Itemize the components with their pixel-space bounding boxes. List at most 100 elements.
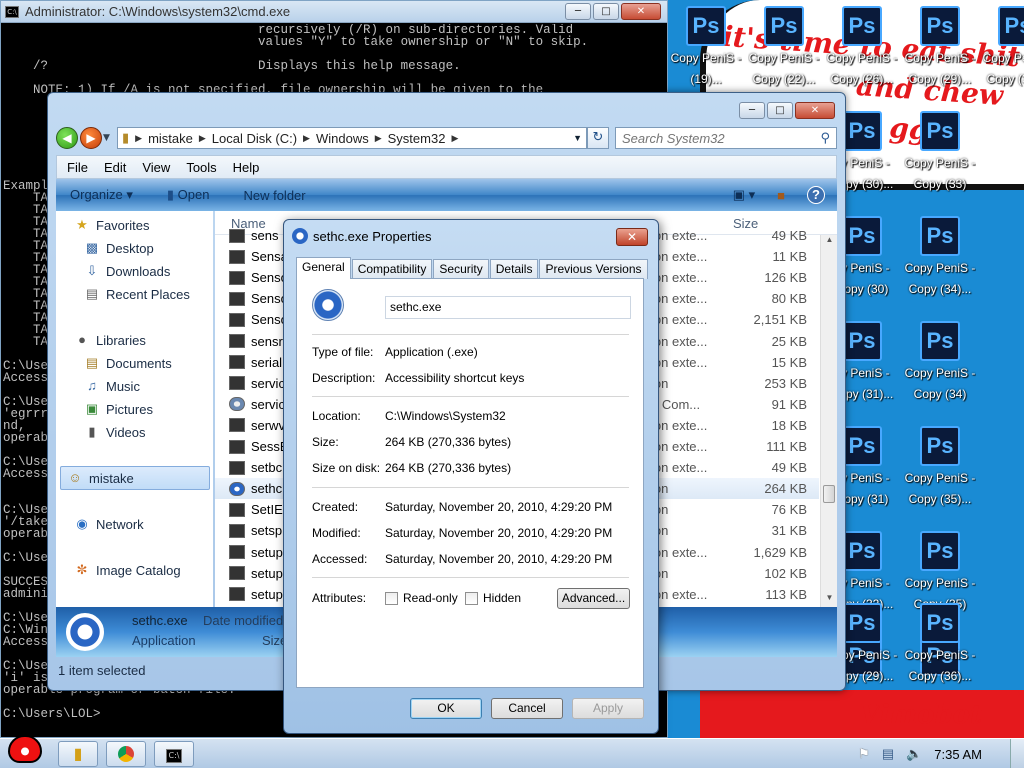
clock[interactable]: 7:35 AM	[934, 747, 982, 762]
console-line: /? Displays this help message.	[3, 59, 461, 73]
tab-details[interactable]: Details	[489, 259, 539, 279]
scroll-down-icon[interactable]: ▼	[821, 593, 837, 607]
nav-recent-places[interactable]: ▤ Recent Places	[84, 286, 190, 302]
desktop-photoshop-file[interactable]: Ps Copy PeniS - Copy (29)...	[904, 6, 976, 102]
new-folder-button[interactable]: New folder	[243, 188, 305, 203]
general-tab-panel: sethc.exe Type of file: Application (.ex…	[296, 278, 644, 688]
forward-button[interactable]: ▶	[80, 127, 102, 149]
nav-music[interactable]: ♫ Music	[84, 378, 140, 394]
filename-field[interactable]: sethc.exe	[385, 296, 631, 319]
start-button[interactable]	[2, 733, 48, 768]
desktop-photoshop-file[interactable]: Ps Copy PeniS - (19)...	[670, 6, 742, 102]
desktop-photoshop-file[interactable]: Ps Copy PeniS - Copy (22)...	[748, 6, 820, 102]
nav-documents[interactable]: ▤ Documents	[84, 355, 172, 371]
show-desktop-button[interactable]	[1010, 739, 1024, 768]
properties-dialog[interactable]: sethc.exe Properties ✕ General Compatibi…	[283, 219, 659, 734]
search-input[interactable]	[622, 130, 821, 146]
breadcrumb-separator[interactable]: ▶	[451, 133, 458, 144]
desktop-icon-label: Copy (26)...	[830, 72, 894, 86]
type-value: Application (.exe)	[385, 345, 478, 359]
file-size: 2,151 KB	[753, 312, 808, 328]
search-icon[interactable]: ⚲	[820, 131, 830, 146]
desktop-icon-label: Copy PeniS -	[904, 576, 976, 590]
photoshop-icon: Ps	[842, 216, 882, 256]
refresh-button[interactable]: ↻	[587, 127, 609, 149]
breadcrumb-separator[interactable]: ▶	[375, 133, 382, 144]
tab-compatibility[interactable]: Compatibility	[351, 259, 433, 279]
close-button[interactable]: ✕	[795, 102, 835, 119]
properties-titlebar[interactable]: sethc.exe Properties	[292, 228, 432, 244]
desktop-photoshop-file[interactable]: Ps Copy PeniS - Copy (36)...	[904, 603, 976, 699]
scroll-up-icon[interactable]: ▲	[821, 235, 837, 249]
volume-icon[interactable]: 🔈	[906, 746, 922, 762]
address-bar[interactable]: ▮ ▶ mistake ▶ Local Disk (C:) ▶ Windows …	[117, 127, 587, 149]
desktop-photoshop-file[interactable]: Ps Copy PeniS - Copy (26)...	[826, 6, 898, 102]
photoshop-icon: Ps	[920, 111, 960, 151]
tab-previous-versions[interactable]: Previous Versions	[539, 259, 648, 279]
nav-videos[interactable]: ▮ Videos	[84, 424, 145, 440]
nav-image-catalog[interactable]: ✼ Image Catalog	[74, 562, 181, 578]
menu-file[interactable]: File	[67, 160, 88, 175]
breadcrumb-mistake[interactable]: mistake	[148, 131, 193, 146]
breadcrumb-separator[interactable]: ▶	[303, 133, 310, 144]
help-icon[interactable]: ?	[807, 186, 825, 204]
desktop-photoshop-file[interactable]: Ps Copy PeniS - Copy (34)	[904, 321, 976, 417]
recent-pages-dropdown[interactable]: ▼	[103, 133, 115, 143]
nav-user-mistake[interactable]: ☺ mistake	[60, 466, 210, 490]
menu-help[interactable]: Help	[233, 160, 260, 175]
view-options-icon[interactable]: ▣ ▾	[733, 187, 755, 203]
scrollbar-thumb[interactable]	[823, 485, 835, 503]
organize-button[interactable]: Organize ▾	[70, 187, 133, 203]
nav-desktop[interactable]: ▩ Desktop	[84, 240, 154, 256]
menu-tools[interactable]: Tools	[186, 160, 216, 175]
menu-view[interactable]: View	[142, 160, 170, 175]
open-button[interactable]: ▮ Open	[167, 187, 210, 203]
file-list-scrollbar[interactable]: ▲ ▼	[820, 235, 837, 607]
nav-network[interactable]: ◉ Network	[74, 516, 143, 532]
advanced-button[interactable]: Advanced...	[557, 588, 630, 609]
maximize-button[interactable]: □	[593, 3, 619, 20]
dialog-close-button[interactable]: ✕	[616, 228, 648, 246]
accessed-value: Saturday, November 20, 2010, 4:29:20 PM	[385, 552, 613, 566]
nav-pictures[interactable]: ▣ Pictures	[84, 401, 153, 417]
taskbar-chrome[interactable]	[106, 741, 146, 767]
action-center-icon[interactable]: ⚑	[858, 746, 870, 762]
photoshop-icon: Ps	[920, 426, 960, 466]
minimize-button[interactable]: ─	[565, 3, 591, 20]
ok-button[interactable]: OK	[410, 698, 482, 719]
back-button[interactable]: ◀	[56, 127, 78, 149]
close-button[interactable]: ✕	[621, 3, 661, 20]
menu-edit[interactable]: Edit	[104, 160, 126, 175]
tab-general[interactable]: General	[296, 257, 351, 279]
breadcrumb-separator[interactable]: ▶	[199, 133, 206, 144]
tab-security[interactable]: Security	[433, 259, 489, 279]
checkbox-box[interactable]	[385, 591, 398, 605]
file-name: servic	[251, 396, 285, 412]
desktop-icon-label: Copy PeniS -	[904, 648, 976, 662]
search-box[interactable]: ⚲	[615, 127, 837, 149]
maximize-button[interactable]: □	[767, 102, 793, 119]
nav-downloads[interactable]: ⇩ Downloads	[84, 263, 171, 279]
desktop-photoshop-file[interactable]: Ps Copy PeniS - Copy (35)...	[904, 426, 976, 522]
hidden-checkbox[interactable]: Hidden	[465, 591, 521, 605]
taskbar-cmd[interactable]: C:\	[154, 741, 194, 767]
desktop-photoshop-file[interactable]: Ps Copy PeniS - Copy (33)...	[982, 6, 1024, 102]
breadcrumb-windows[interactable]: Windows	[316, 131, 369, 146]
taskbar-explorer[interactable]: ▮	[58, 741, 98, 767]
nav-libraries[interactable]: ● Libraries	[74, 332, 146, 348]
breadcrumb-system32[interactable]: System32	[388, 131, 446, 146]
minimize-button[interactable]: ─	[739, 102, 765, 119]
cancel-button[interactable]: Cancel	[491, 698, 563, 719]
breadcrumb-separator[interactable]: ▶	[135, 133, 142, 144]
command-bar-right: ▣ ▾ ■ ?	[733, 186, 837, 204]
apply-button[interactable]: Apply	[572, 698, 644, 719]
checkbox-box[interactable]	[465, 591, 478, 605]
desktop-photoshop-file[interactable]: Ps Copy PeniS - Copy (33)	[904, 111, 976, 207]
readonly-checkbox[interactable]: Read-only	[385, 591, 458, 605]
desktop-photoshop-file[interactable]: Ps Copy PeniS - Copy (34)...	[904, 216, 976, 312]
breadcrumb-local-disk[interactable]: Local Disk (C:)	[212, 131, 297, 146]
nav-favorites[interactable]: ★ Favorites	[74, 217, 149, 233]
address-dropdown-icon[interactable]: ▼	[573, 133, 582, 143]
network-tray-icon[interactable]: ▤	[882, 746, 894, 762]
preview-pane-icon[interactable]: ■	[777, 188, 785, 203]
